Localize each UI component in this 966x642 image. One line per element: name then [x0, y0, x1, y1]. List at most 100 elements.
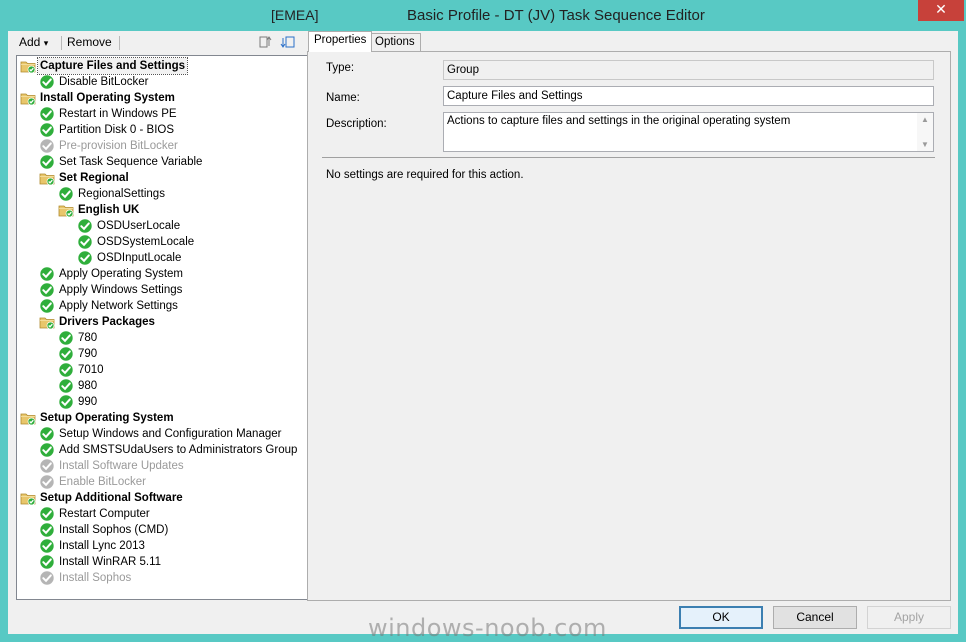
type-field: Group [443, 60, 934, 80]
group-folder-icon [39, 314, 55, 330]
tree-item-label: Drivers Packages [59, 316, 155, 328]
tree-item-label: Apply Windows Settings [59, 284, 183, 296]
check-icon [58, 394, 74, 410]
tree-item-label: 980 [78, 380, 98, 392]
add-label: Add [19, 35, 41, 49]
close-button[interactable]: ✕ [918, 0, 964, 21]
no-settings-note: No settings are required for this action… [326, 169, 524, 181]
tree-item-label: Enable BitLocker [59, 476, 146, 488]
group-folder-icon [20, 490, 36, 506]
tree-item-label: Setup Additional Software [40, 492, 183, 504]
group-folder-icon [20, 90, 36, 106]
tree-item-label: 790 [78, 348, 98, 360]
tree-item-label: 990 [78, 396, 98, 408]
title-bar[interactable]: [EMEA] Basic Profile - DT (JV) Task Sequ… [0, 0, 966, 32]
name-field[interactable]: Capture Files and Settings [443, 86, 934, 106]
tree-item-label: Install Lync 2013 [59, 540, 145, 552]
description-text: Actions to capture files and settings in… [447, 115, 791, 127]
disabled-step-icon [39, 138, 55, 154]
check-icon [39, 298, 55, 314]
tree-toolbar: Add ▾ Remove [8, 31, 302, 55]
tree-item-label: OSDSystemLocale [97, 236, 195, 248]
cancel-button[interactable]: Cancel [773, 606, 857, 629]
site-code: [EMEA] [271, 7, 319, 23]
tree-item-label: Apply Operating System [59, 268, 184, 280]
tree-item-label: Install WinRAR 5.11 [59, 556, 162, 568]
check-icon [77, 250, 93, 266]
tree-item-label: 7010 [78, 364, 104, 376]
watermark: windows-noob.com [368, 614, 607, 642]
group-folder-icon [39, 170, 55, 186]
client-area: Add ▾ Remove Capture Files and Settings … [8, 31, 958, 634]
remove-button[interactable]: Remove [67, 35, 112, 49]
task-sequence-editor-window: [EMEA] Basic Profile - DT (JV) Task Sequ… [0, 0, 966, 642]
check-icon [39, 266, 55, 282]
tab-options[interactable]: Options [369, 33, 421, 52]
tree-item-label: Pre-provision BitLocker [59, 140, 178, 152]
check-icon [39, 154, 55, 170]
toolbar-divider [119, 36, 120, 50]
tree-item-label: Setup Windows and Configuration Manager [59, 428, 282, 440]
tree-item-label: RegionalSettings [78, 188, 165, 200]
tree-item-label: Partition Disk 0 - BIOS [59, 124, 175, 136]
apply-button[interactable]: Apply [867, 606, 951, 629]
check-icon [39, 554, 55, 570]
check-icon [58, 186, 74, 202]
check-icon [39, 282, 55, 298]
tree-item-label: OSDInputLocale [97, 252, 182, 264]
ok-button[interactable]: OK [679, 606, 763, 629]
chevron-down-icon: ▾ [43, 38, 49, 48]
disabled-step-icon [39, 570, 55, 586]
check-icon [77, 234, 93, 250]
tree-item-label: Add SMSTSUdaUsers to Administrators Grou… [59, 444, 298, 456]
tree-item-label: Set Regional [59, 172, 129, 184]
disabled-step-icon [39, 458, 55, 474]
window-title: Basic Profile - DT (JV) Task Sequence Ed… [407, 7, 705, 24]
tree-item-label: Capture Files and Settings [36, 57, 189, 75]
move-down-icon[interactable] [280, 34, 296, 50]
tree-item-label: Set Task Sequence Variable [59, 156, 203, 168]
properties-panel: Type: Group Name: Capture Files and Sett… [307, 51, 951, 601]
check-icon [39, 106, 55, 122]
check-icon [39, 538, 55, 554]
check-icon [39, 506, 55, 522]
check-icon [39, 442, 55, 458]
check-icon [58, 362, 74, 378]
add-menu-button[interactable]: Add ▾ [19, 35, 48, 49]
group-folder-icon [20, 58, 36, 74]
tree-item-label: Install Sophos [59, 572, 132, 584]
check-icon [39, 74, 55, 90]
type-label: Type: [326, 62, 355, 74]
section-divider [322, 157, 935, 158]
scroll-up-icon[interactable]: ▲ [921, 115, 929, 124]
check-icon [39, 426, 55, 442]
tree-item-label: Install Software Updates [59, 460, 184, 472]
tree-item-label: Restart in Windows PE [59, 108, 177, 120]
disabled-step-icon [39, 474, 55, 490]
group-folder-icon [58, 202, 74, 218]
tree-item-label: Setup Operating System [40, 412, 174, 424]
check-icon [58, 330, 74, 346]
description-field[interactable]: Actions to capture files and settings in… [443, 112, 934, 152]
tree-item-label: Install Operating System [40, 92, 175, 104]
check-icon [39, 122, 55, 138]
tree-item-label: 780 [78, 332, 98, 344]
check-icon [58, 378, 74, 394]
tree-item-label: Install Sophos (CMD) [59, 524, 169, 536]
name-label: Name: [326, 92, 360, 104]
scroll-down-icon[interactable]: ▼ [921, 140, 929, 149]
tab-properties[interactable]: Properties [308, 31, 373, 52]
close-icon: ✕ [935, 2, 947, 18]
tree-item-label: OSDUserLocale [97, 220, 181, 232]
tree-item-label: Apply Network Settings [59, 300, 178, 312]
group-folder-icon [20, 410, 36, 426]
tree-item-label: Disable BitLocker [59, 76, 149, 88]
move-up-icon[interactable] [258, 34, 274, 50]
task-sequence-tree[interactable]: Capture Files and Settings Disable BitLo… [16, 55, 308, 600]
tree-item-label: Restart Computer [59, 508, 150, 520]
check-icon [39, 522, 55, 538]
tree-item-label: English UK [78, 204, 140, 216]
description-scrollbar[interactable]: ▲ ▼ [917, 113, 933, 151]
check-icon [58, 346, 74, 362]
description-label: Description: [326, 118, 387, 130]
